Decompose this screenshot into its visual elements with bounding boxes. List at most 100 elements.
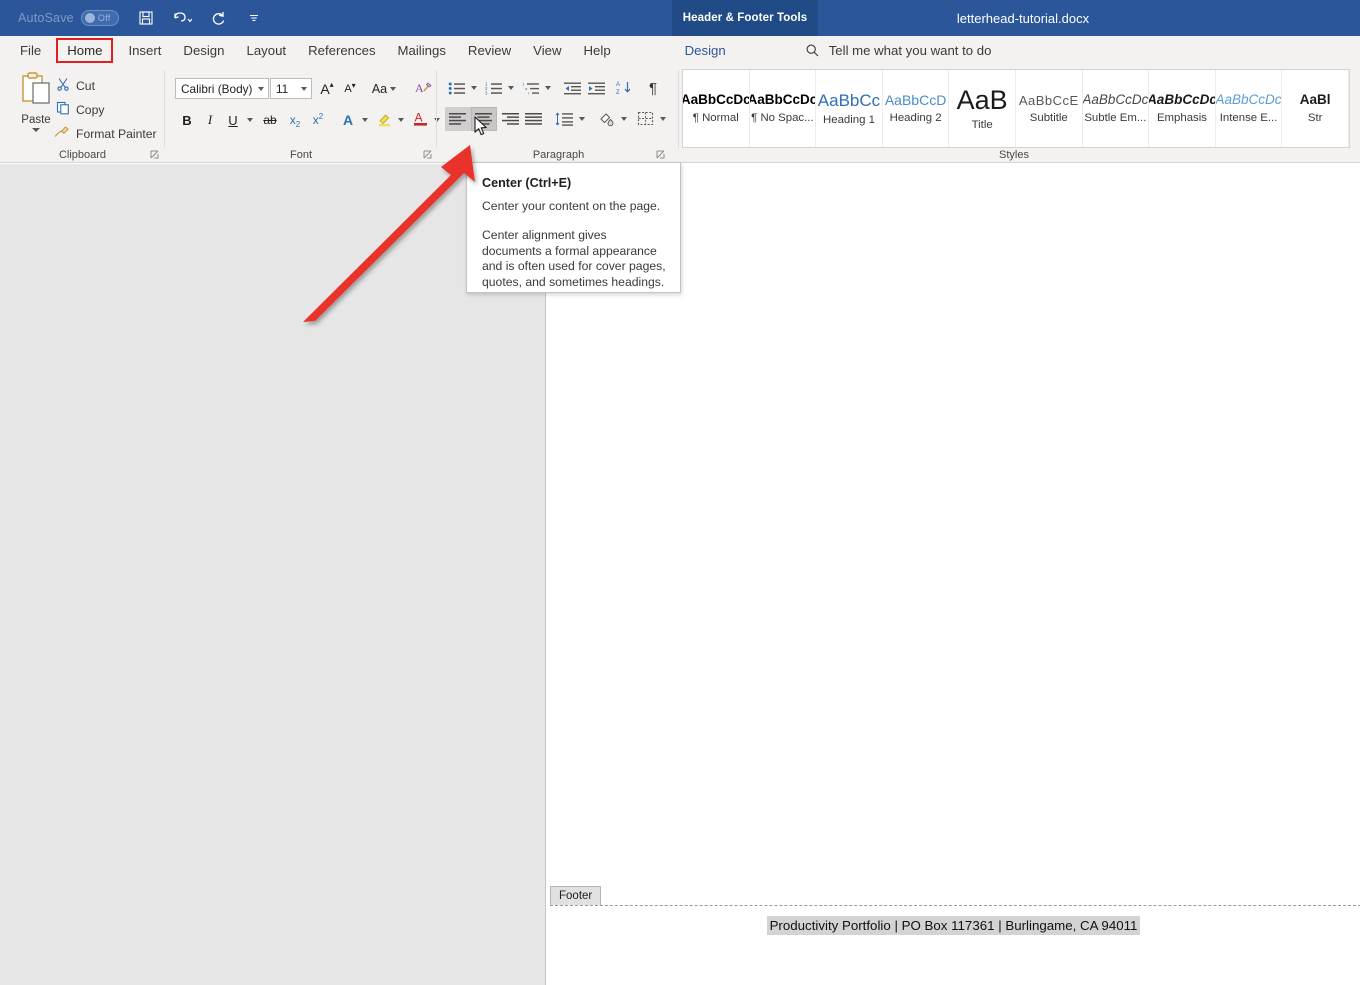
redo-icon[interactable] — [207, 7, 229, 29]
style-strong[interactable]: AaBl Str — [1282, 70, 1349, 147]
multilevel-list-icon[interactable]: 1 a i — [519, 77, 543, 99]
text-effects-button[interactable]: A — [337, 109, 359, 131]
undo-icon[interactable] — [171, 7, 193, 29]
text-highlight-button[interactable] — [373, 109, 395, 131]
italic-button[interactable]: I — [199, 109, 221, 131]
tab-insert[interactable]: Insert — [117, 36, 172, 65]
save-icon[interactable] — [135, 7, 157, 29]
font-color-button[interactable]: A — [409, 109, 431, 131]
change-case-button[interactable]: Aa — [367, 78, 401, 99]
shading-icon[interactable] — [595, 107, 619, 131]
justify-icon[interactable] — [521, 107, 547, 131]
underline-dropdown[interactable] — [244, 109, 256, 131]
style-title[interactable]: AaB Title — [949, 70, 1016, 147]
ribbon-group-styles: AaBbCcDc ¶ Normal AaBbCcDc ¶ No Spac... … — [680, 65, 1360, 162]
font-dialog-launcher[interactable] — [423, 148, 435, 160]
paste-label: Paste — [21, 114, 51, 126]
shading-dropdown[interactable] — [618, 107, 630, 131]
tab-references[interactable]: References — [297, 36, 386, 65]
tab-view[interactable]: View — [522, 36, 572, 65]
tab-review[interactable]: Review — [457, 36, 522, 65]
style-emphasis[interactable]: AaBbCcDc Emphasis — [1149, 70, 1216, 147]
font-name-value: Calibri (Body) — [181, 81, 253, 96]
bold-label: B — [182, 112, 192, 128]
chevron-down-icon — [621, 117, 627, 121]
paintbrush-icon — [53, 125, 70, 142]
cut-button[interactable]: Cut — [56, 77, 95, 94]
sort-icon[interactable]: A Z — [613, 77, 637, 99]
strikethrough-label: ab — [263, 113, 277, 127]
autosave-switch[interactable]: Off — [80, 10, 119, 26]
superscript-button[interactable]: x 2 — [307, 109, 329, 131]
style-normal[interactable]: AaBbCcDc ¶ Normal — [683, 70, 750, 147]
style-preview: AaBbCcDc — [749, 92, 817, 108]
style-subtitle[interactable]: AaBbCcE Subtitle — [1016, 70, 1083, 147]
paragraph-dialog-launcher[interactable] — [656, 148, 668, 160]
grow-font-label: A — [320, 80, 330, 97]
style-heading-2[interactable]: AaBbCcD Heading 2 — [883, 70, 950, 147]
subscript-button[interactable]: x 2 — [284, 109, 306, 131]
clear-formatting-button[interactable]: A — [410, 78, 436, 99]
align-left-icon[interactable] — [445, 107, 471, 131]
footer-text[interactable]: Productivity Portfolio | PO Box 117361 |… — [766, 916, 1141, 935]
borders-icon[interactable] — [634, 107, 658, 131]
underline-button[interactable]: U — [222, 109, 244, 131]
decrease-indent-icon[interactable] — [561, 77, 585, 99]
font-size-input[interactable]: 11 — [270, 78, 312, 99]
numbering-dropdown[interactable] — [505, 77, 517, 99]
style-heading-1[interactable]: AaBbCc Heading 1 — [816, 70, 883, 147]
increase-indent-icon[interactable] — [585, 77, 609, 99]
bold-button[interactable]: B — [176, 109, 198, 131]
clipboard-dialog-launcher[interactable] — [150, 148, 162, 160]
tab-mailings[interactable]: Mailings — [387, 36, 457, 65]
tab-home[interactable]: Home — [56, 38, 114, 63]
cut-label: Cut — [76, 78, 95, 93]
font-name-input[interactable]: Calibri (Body) — [175, 78, 269, 99]
text-highlight-dropdown[interactable] — [395, 109, 407, 131]
tell-me-search[interactable]: Tell me what you want to do — [805, 43, 992, 58]
tab-file[interactable]: File — [9, 36, 52, 65]
change-case-label: Aa — [371, 81, 388, 96]
customize-quick-access-icon[interactable] — [243, 7, 265, 29]
numbering-icon[interactable]: 1 2 3 — [482, 77, 506, 99]
bullets-icon[interactable] — [445, 77, 469, 99]
strikethrough-button[interactable]: ab — [258, 109, 282, 131]
quick-access-toolbar — [135, 7, 265, 29]
svg-text:A: A — [414, 111, 422, 125]
contextual-tab-header-footer-tools[interactable]: Header & Footer Tools — [672, 0, 818, 36]
style-subtle-emphasis[interactable]: AaBbCcDc Subtle Em... — [1083, 70, 1150, 147]
paste-dropdown-caret-icon[interactable] — [32, 128, 40, 132]
shrink-font-button[interactable]: A ▾ — [339, 78, 361, 99]
multilevel-list-dropdown[interactable] — [542, 77, 554, 99]
text-effects-dropdown[interactable] — [359, 109, 371, 131]
bullets-dropdown[interactable] — [468, 77, 480, 99]
shrink-font-label: A — [344, 82, 352, 95]
style-label: Heading 2 — [889, 112, 942, 124]
style-label: Intense E... — [1219, 111, 1278, 124]
line-spacing-icon[interactable] — [553, 107, 577, 131]
line-spacing-dropdown[interactable] — [576, 107, 588, 131]
grow-font-button[interactable]: A ▴ — [316, 78, 338, 99]
autosave-toggle[interactable]: AutoSave Off — [18, 10, 119, 26]
style-no-spacing[interactable]: AaBbCcDc ¶ No Spac... — [750, 70, 817, 147]
format-painter-button[interactable]: Format Painter — [53, 125, 157, 142]
tab-design[interactable]: Design — [172, 36, 235, 65]
styles-gallery[interactable]: AaBbCcDc ¶ Normal AaBbCcDc ¶ No Spac... … — [682, 69, 1350, 148]
chevron-down-icon[interactable] — [258, 86, 264, 91]
subscript-marker: 2 — [295, 119, 301, 129]
style-intense-emphasis[interactable]: AaBbCcDc Intense E... — [1216, 70, 1283, 147]
chevron-down-icon[interactable] — [301, 86, 307, 91]
tell-me-label: Tell me what you want to do — [828, 43, 992, 58]
style-preview: AaBl — [1299, 92, 1331, 108]
tab-layout[interactable]: Layout — [235, 36, 297, 65]
style-preview: AaBbCcDc — [683, 92, 750, 108]
text-effects-label: A — [342, 112, 354, 128]
show-formatting-marks-icon[interactable]: ¶ — [641, 77, 665, 99]
chevron-down-icon — [398, 118, 404, 122]
chevron-down-icon[interactable] — [390, 86, 397, 91]
tab-header-footer-design[interactable]: Design — [674, 36, 737, 65]
tab-help[interactable]: Help — [573, 36, 622, 65]
borders-dropdown[interactable] — [657, 107, 669, 131]
copy-button[interactable]: Copy — [56, 101, 104, 118]
highlighter-icon — [376, 110, 393, 130]
